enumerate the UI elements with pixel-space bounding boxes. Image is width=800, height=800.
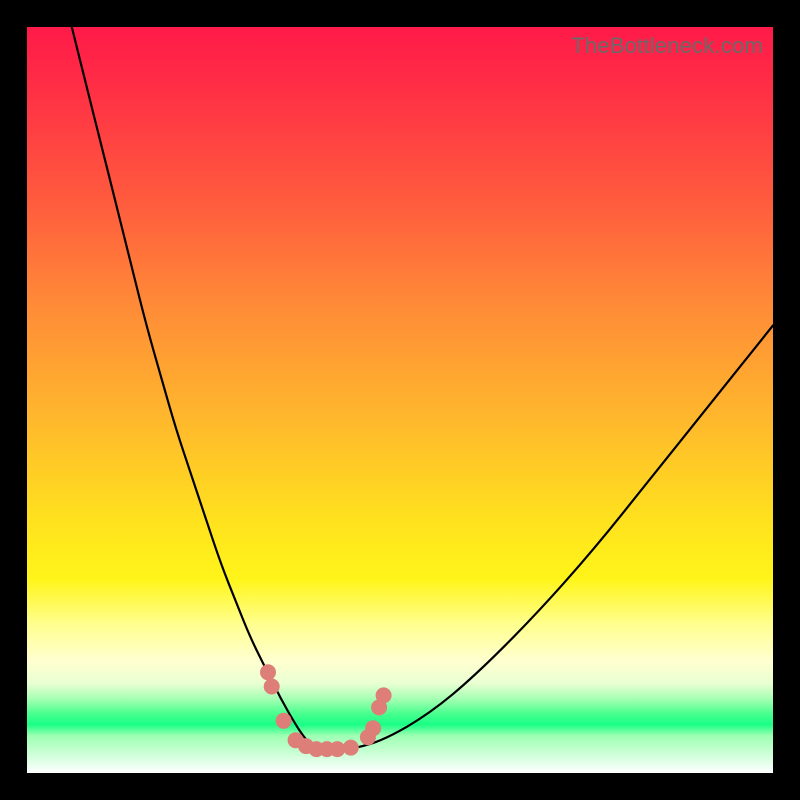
curve-svg bbox=[27, 27, 773, 773]
plot-area: TheBottleneck.com bbox=[27, 27, 773, 773]
outer-frame: TheBottleneck.com bbox=[0, 0, 800, 800]
bottleneck-curve bbox=[72, 27, 773, 751]
curve-marker bbox=[276, 713, 292, 729]
curve-marker bbox=[365, 720, 381, 736]
curve-marker bbox=[260, 664, 276, 680]
curve-markers bbox=[260, 664, 392, 757]
curve-marker bbox=[264, 679, 280, 695]
curve-marker bbox=[376, 687, 392, 703]
curve-marker bbox=[329, 741, 345, 757]
curve-marker bbox=[343, 740, 359, 756]
